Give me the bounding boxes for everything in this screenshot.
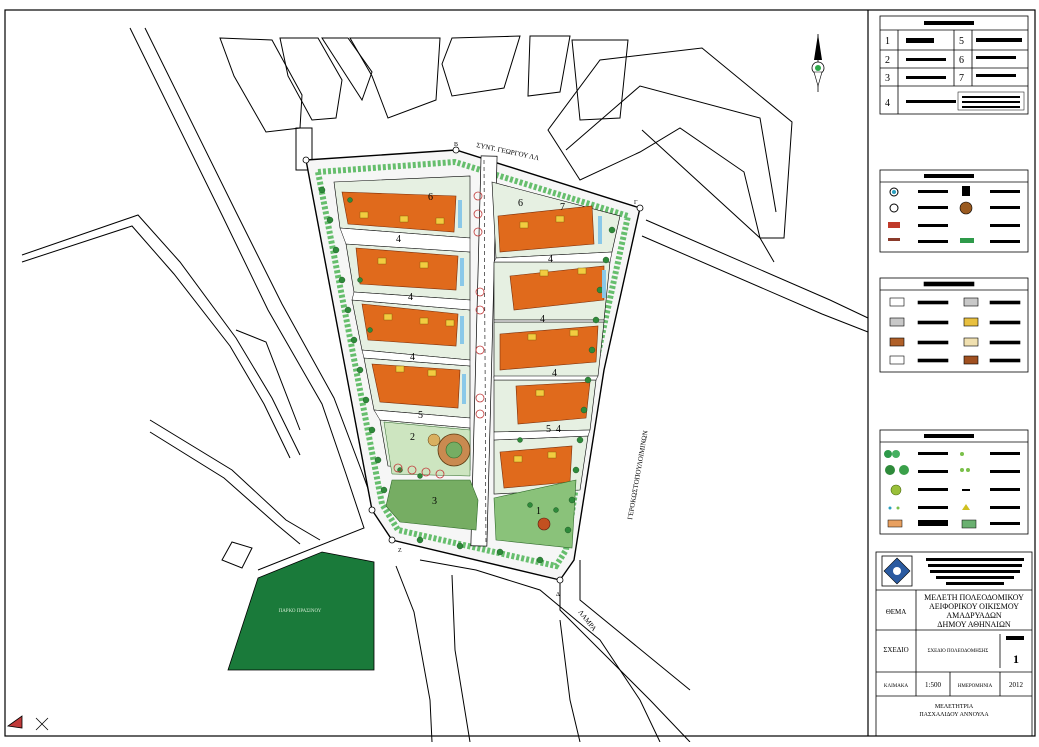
block-num: 2 [410, 432, 415, 443]
block-num: 4 [556, 424, 561, 435]
scale-value: 1:500 [925, 681, 941, 689]
author-name: ΠΑΣΧΑΛΙΔΟΥ ΑΝΝΟΥΛΑ [919, 712, 989, 718]
block-num: 1 [536, 506, 541, 517]
marker-b: Β [454, 142, 458, 148]
block-num: 4 [548, 254, 553, 265]
date-label: ΗΜΕΡΟΜΗΝΙΑ [958, 684, 993, 689]
schedio-text: ΣΧΕΔΙΟ ΠΟΛΕΟΔΟΜΗΣΗΣ [928, 649, 989, 654]
thema-line-1: ΜΕΛΕΤΗ ΠΟΛΕΟΔΟΜΙΚΟΥ [924, 593, 1024, 602]
svg-text:5: 5 [959, 36, 964, 47]
block-num: 6 [518, 198, 523, 209]
marker-z: Ζ [398, 548, 402, 554]
scale-label: ΚΛΙΜΑΚΑ [884, 684, 909, 689]
block-num: 4 [410, 352, 415, 363]
park-label: ΠΑΡΚΟ ΠΡΑΣΙΝΟΥ [279, 609, 322, 614]
logo-icon [881, 555, 913, 587]
thema-line-3: ΑΜΑΔΡΥΑΔΩΝ [946, 611, 1002, 620]
block-num: 5 [546, 424, 551, 435]
thema-line-2: ΑΕΙΦΟΡΙΚΟΥ ΟΙΚΙΣΜΟΥ [929, 602, 1019, 611]
sheet-number-tab [1006, 636, 1024, 640]
svg-text:1: 1 [885, 36, 890, 47]
marker-d: Δ [556, 592, 560, 598]
svg-text:3: 3 [885, 73, 890, 84]
block-num: 4 [408, 292, 413, 303]
block-num: 4 [540, 314, 545, 325]
svg-text:4: 4 [885, 98, 890, 109]
block-num: 4 [396, 234, 401, 245]
block-num: 7 [560, 202, 565, 213]
author-label: ΜΕΛΕΤΗΤΡΙΑ [935, 704, 974, 710]
block-num: 3 [432, 496, 437, 507]
block-num: 5 [418, 410, 423, 421]
thema-line-4: ΔΗΜΟΥ ΑΘΗΝΑΙΩΝ [937, 620, 1011, 629]
svg-text:6: 6 [959, 55, 964, 66]
thema-label: ΘΕΜΑ [886, 608, 907, 616]
svg-text:2: 2 [885, 55, 890, 66]
date-value: 2012 [1009, 681, 1024, 689]
block-num: 6 [428, 192, 433, 203]
svg-text:7: 7 [959, 73, 964, 84]
site-plan-drawing: ΠΑΡΚΟ ΠΡΑΣΙΝΟΥ Β Γ Δ Ζ 6 4 4 4 5 2 3 6 7… [4, 9, 1036, 743]
marker-g: Γ [634, 200, 638, 206]
schedio-label: ΣΧΕΔΙΟ [883, 646, 908, 654]
sheet-number: 1 [1013, 652, 1019, 666]
block-num: 4 [552, 368, 557, 379]
